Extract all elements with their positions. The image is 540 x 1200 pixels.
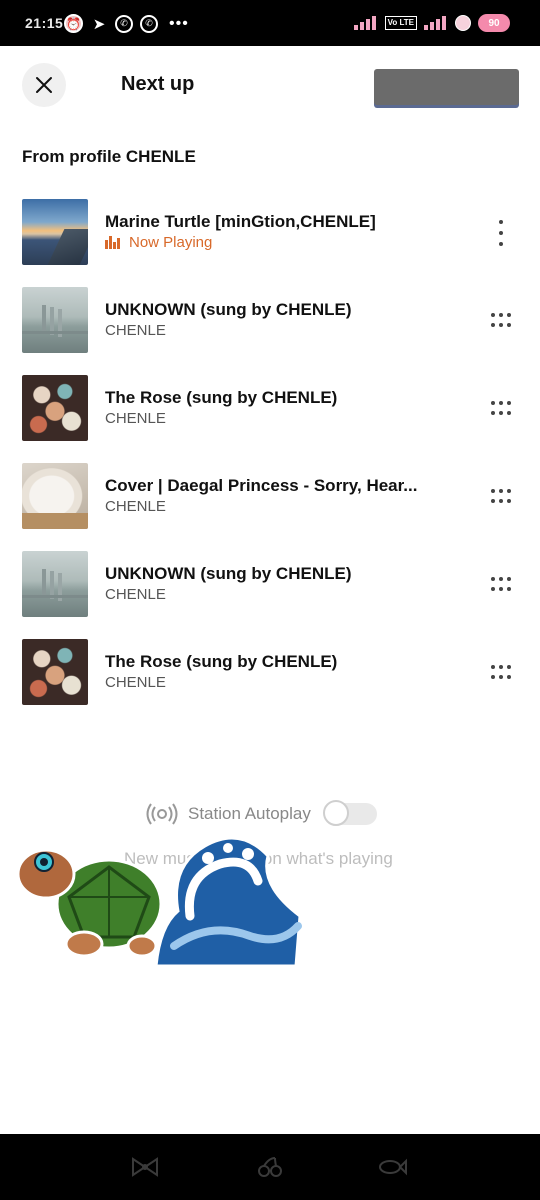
song-title: Cover | Daegal Princess - Sorry, Hear...	[105, 476, 418, 495]
signal-icon	[424, 16, 448, 30]
album-thumbnail	[22, 375, 88, 441]
queue-item[interactable]: Marine Turtle [minGtion,CHENLE] Now Play…	[0, 199, 540, 269]
song-title: The Rose (sung by CHENLE)	[105, 652, 338, 671]
close-button[interactable]	[22, 63, 66, 107]
autoplay-toggle[interactable]	[322, 800, 377, 826]
song-artist: CHENLE	[105, 410, 166, 427]
telegram-icon: ➤	[92, 15, 106, 33]
signal-icon	[353, 16, 378, 30]
nav-home-button[interactable]	[253, 1154, 287, 1180]
album-thumbnail	[22, 639, 88, 705]
more-horizontal-icon[interactable]	[491, 401, 511, 415]
more-horizontal-icon[interactable]	[491, 313, 511, 327]
fish-icon	[379, 1158, 407, 1176]
cherry-icon	[258, 1157, 282, 1177]
album-thumbnail	[22, 199, 88, 265]
more-vertical-icon[interactable]	[492, 220, 510, 246]
battery-heart-icon: 90	[478, 14, 510, 32]
equalizer-icon	[105, 236, 121, 249]
status-bar: 21:15 ⏰ ➤ ✆ ✆ ••• Vo LTE 90	[0, 0, 540, 46]
more-notifications-icon: •••	[169, 14, 189, 32]
status-time: 21:15	[25, 15, 64, 31]
volte-icon: Vo LTE	[384, 16, 417, 30]
album-thumbnail	[22, 287, 88, 353]
song-title: UNKNOWN (sung by CHENLE)	[105, 300, 352, 319]
station-autoplay-row: Station Autoplay	[146, 800, 377, 826]
autoplay-label: Station Autoplay	[188, 804, 311, 823]
song-artist: CHENLE	[105, 586, 166, 603]
song-artist: CHENLE	[105, 498, 166, 515]
station-icon	[146, 803, 178, 825]
song-title: UNKNOWN (sung by CHENLE)	[105, 564, 352, 583]
album-thumbnail	[22, 551, 88, 617]
queue-item[interactable]: The Rose (sung by CHENLE) CHENLE	[0, 639, 540, 709]
page-title: Next up	[121, 73, 195, 95]
sticker-face-icon	[455, 15, 471, 31]
queue-item[interactable]: Cover | Daegal Princess - Sorry, Hear...…	[0, 463, 540, 533]
whatsapp-icon: ✆	[140, 14, 158, 33]
bow-icon	[132, 1157, 158, 1177]
nav-back-button[interactable]	[375, 1154, 409, 1180]
nav-recents-button[interactable]	[128, 1154, 162, 1180]
now-playing-label: Now Playing	[129, 234, 213, 251]
album-thumbnail	[22, 463, 88, 529]
song-title: Marine Turtle [minGtion,CHENLE]	[105, 212, 376, 231]
queue-item[interactable]: The Rose (sung by CHENLE) CHENLE	[0, 375, 540, 445]
queue-item[interactable]: UNKNOWN (sung by CHENLE) CHENLE	[0, 551, 540, 621]
queue-item[interactable]: UNKNOWN (sung by CHENLE) CHENLE	[0, 287, 540, 357]
now-playing-status: Now Playing	[105, 234, 212, 251]
turtle-sticker	[16, 848, 163, 958]
more-horizontal-icon[interactable]	[491, 577, 511, 591]
song-title: The Rose (sung by CHENLE)	[105, 388, 338, 407]
redacted-block	[374, 69, 519, 105]
song-artist: CHENLE	[105, 674, 166, 691]
alarm-icon: ⏰	[64, 14, 83, 33]
close-icon	[36, 77, 52, 93]
wave-sticker	[154, 836, 302, 968]
whatsapp-icon: ✆	[115, 14, 133, 33]
more-horizontal-icon[interactable]	[491, 665, 511, 679]
navigation-bar	[0, 1134, 540, 1200]
section-title: From profile CHENLE	[22, 147, 196, 166]
song-artist: CHENLE	[105, 322, 166, 339]
more-horizontal-icon[interactable]	[491, 489, 511, 503]
